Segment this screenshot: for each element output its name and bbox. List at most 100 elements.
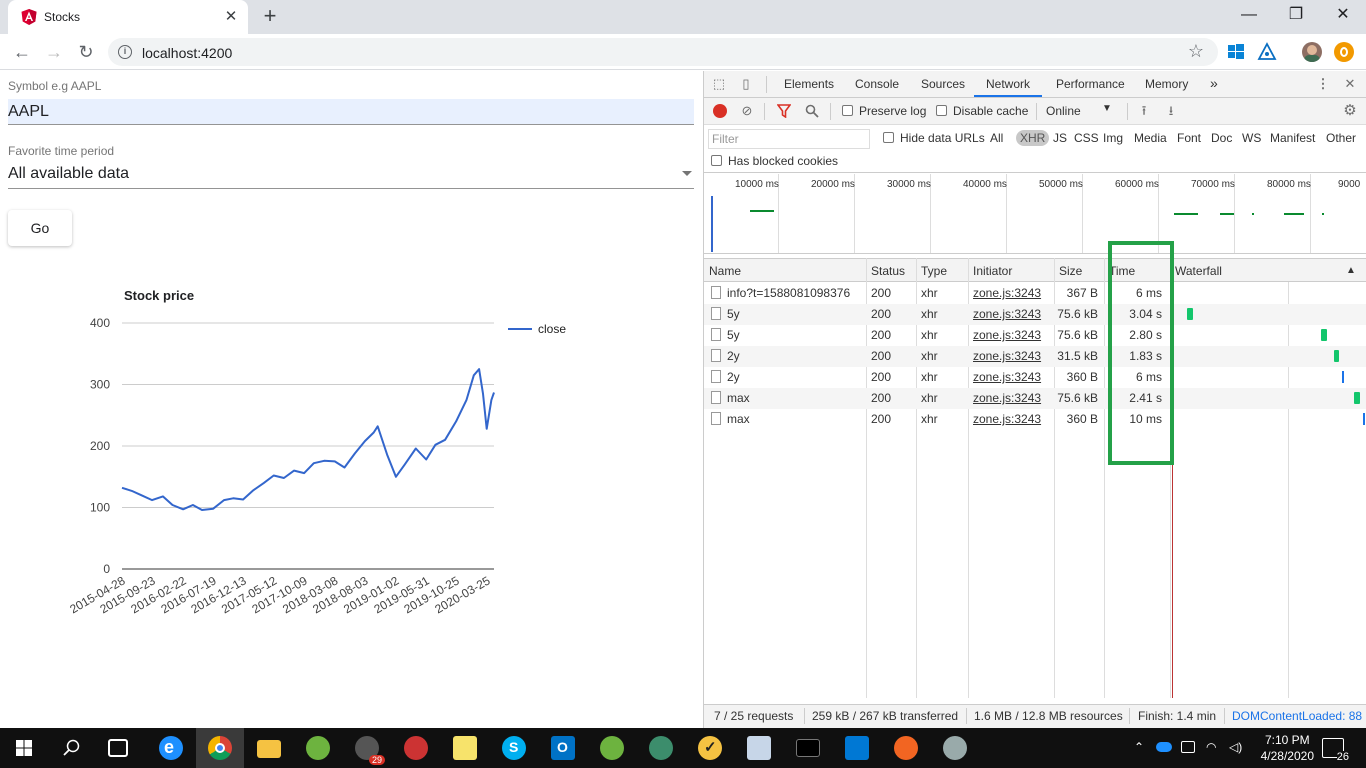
request-row[interactable]: info?t=1588081098376 200 xhr zone.js:324… [704, 283, 1366, 304]
sort-ascending-icon[interactable]: ▲ [1346, 265, 1356, 276]
type-js[interactable]: JS [1053, 131, 1067, 145]
wifi-icon[interactable]: ◠ [1206, 740, 1216, 754]
export-har-icon[interactable]: ⭳ [1163, 103, 1179, 119]
device-toolbar-icon[interactable]: ▯ [738, 76, 754, 92]
kebab-menu-icon[interactable]: ⋮ [1315, 76, 1331, 92]
request-row[interactable]: 5y 200 xhr zone.js:3243 75.6 kB 2.80 s [704, 325, 1366, 346]
request-initiator[interactable]: zone.js:3243 [973, 370, 1041, 384]
system-clock[interactable]: 7:10 PM 4/28/2020 [1261, 732, 1314, 764]
url-text[interactable]: localhost:4200 [142, 45, 232, 61]
request-initiator[interactable]: zone.js:3243 [973, 286, 1041, 300]
column-status[interactable]: Status [871, 264, 905, 278]
network-overview[interactable]: 10000 ms 20000 ms 30000 ms 40000 ms 5000… [704, 174, 1366, 254]
request-row[interactable]: 5y 200 xhr zone.js:3243 75.6 kB 3.04 s [704, 304, 1366, 325]
bookmark-star-icon[interactable]: ☆ [1188, 41, 1204, 62]
request-row[interactable]: 2y 200 xhr zone.js:3243 31.5 kB 1.83 s [704, 346, 1366, 367]
paint-app-icon[interactable] [404, 736, 428, 760]
symbol-input[interactable] [8, 99, 694, 125]
request-initiator[interactable]: zone.js:3243 [973, 391, 1041, 405]
hide-data-urls-checkbox[interactable]: Hide data URLs [883, 131, 985, 145]
battery-icon[interactable] [1181, 741, 1195, 753]
azure-extension-icon[interactable] [1257, 42, 1277, 62]
checkbox[interactable] [936, 105, 947, 116]
filter-input[interactable]: Filter [708, 129, 870, 149]
paint-palette-icon[interactable] [943, 736, 967, 760]
tray-expand-icon[interactable]: ⌃ [1134, 740, 1144, 754]
filter-icon[interactable] [777, 104, 791, 118]
column-waterfall[interactable]: Waterfall [1175, 264, 1222, 278]
slack-icon[interactable]: 29 [355, 736, 385, 765]
vscode-icon[interactable] [845, 736, 869, 760]
tab-performance[interactable]: Performance [1056, 77, 1125, 91]
checkbox[interactable] [883, 132, 894, 143]
search-icon[interactable] [805, 104, 819, 118]
type-media[interactable]: Media [1134, 131, 1167, 145]
request-row[interactable]: 2y 200 xhr zone.js:3243 360 B 6 ms [704, 367, 1366, 388]
back-icon[interactable]: ← [10, 40, 34, 64]
column-name[interactable]: Name [709, 264, 741, 278]
chrome-icon[interactable] [208, 736, 232, 760]
tab-elements[interactable]: Elements [784, 77, 834, 91]
checkbox[interactable] [711, 155, 722, 166]
request-initiator[interactable]: zone.js:3243 [973, 307, 1041, 321]
globe-app-icon[interactable] [649, 736, 673, 760]
tab-network[interactable]: Network [974, 77, 1043, 97]
request-initiator[interactable]: zone.js:3243 [973, 328, 1041, 342]
clear-icon[interactable]: ⊘ [739, 103, 755, 119]
onedrive-icon[interactable] [1156, 742, 1172, 752]
task-view-icon[interactable] [108, 739, 128, 757]
spring-tool-icon[interactable] [600, 736, 624, 760]
sticky-notes-icon[interactable] [453, 736, 477, 760]
type-css[interactable]: CSS [1074, 131, 1099, 145]
internet-explorer-icon[interactable]: e [159, 736, 183, 760]
request-initiator[interactable]: zone.js:3243 [973, 412, 1041, 426]
request-initiator[interactable]: zone.js:3243 [973, 349, 1041, 363]
outlook-icon[interactable]: O [551, 736, 575, 760]
checkbox[interactable] [842, 105, 853, 116]
skype-icon[interactable]: S [502, 736, 526, 760]
tab-sources[interactable]: Sources [921, 77, 965, 91]
reload-icon[interactable]: ↻ [74, 40, 98, 64]
tasks-app-icon[interactable]: ✓ [698, 736, 722, 760]
go-button[interactable]: Go [8, 210, 72, 246]
preserve-log-checkbox[interactable]: Preserve log [842, 104, 926, 118]
forward-icon[interactable]: → [42, 40, 66, 64]
request-row[interactable]: max 200 xhr zone.js:3243 75.6 kB 2.41 s [704, 388, 1366, 409]
throttle-select[interactable]: Online [1046, 104, 1081, 118]
update-icon[interactable] [1334, 42, 1354, 62]
close-devtools-icon[interactable]: ✕ [1342, 76, 1358, 92]
address-bar[interactable]: i localhost:4200 ☆ [108, 38, 1218, 66]
type-img[interactable]: Img [1103, 131, 1123, 145]
request-row[interactable]: max 200 xhr zone.js:3243 360 B 10 ms [704, 409, 1366, 430]
type-all[interactable]: All [990, 131, 1003, 145]
restore-icon[interactable]: ❐ [1273, 4, 1319, 28]
tab-memory[interactable]: Memory [1145, 77, 1188, 91]
type-font[interactable]: Font [1177, 131, 1201, 145]
minimize-icon[interactable]: — [1226, 4, 1272, 28]
record-icon[interactable] [713, 104, 727, 118]
volume-icon[interactable]: ◁) [1229, 740, 1242, 754]
close-tab-icon[interactable]: ✕ [222, 8, 240, 26]
action-center-icon[interactable]: 26 [1322, 738, 1349, 763]
new-tab-icon[interactable]: + [258, 5, 282, 29]
file-explorer-icon[interactable] [257, 740, 281, 758]
type-ws[interactable]: WS [1242, 131, 1261, 145]
info-icon[interactable]: i [118, 45, 132, 59]
remote-desktop-icon[interactable] [747, 736, 771, 760]
disable-cache-checkbox[interactable]: Disable cache [936, 104, 1028, 118]
inspect-element-icon[interactable]: ⬚ [711, 76, 727, 92]
postman-icon[interactable] [894, 736, 918, 760]
type-xhr[interactable]: XHR [1016, 130, 1050, 146]
profile-avatar[interactable] [1302, 42, 1322, 62]
more-tabs-icon[interactable]: » [1210, 75, 1218, 91]
windows-extension-icon[interactable] [1226, 42, 1246, 62]
tab-console[interactable]: Console [855, 77, 899, 91]
period-select[interactable]: All available data [8, 161, 694, 189]
type-manifest[interactable]: Manifest [1270, 131, 1315, 145]
terminal-icon[interactable] [796, 739, 820, 757]
search-icon[interactable] [63, 739, 81, 757]
windows-start-icon[interactable] [16, 740, 32, 756]
import-har-icon[interactable]: ⭱ [1136, 103, 1152, 119]
column-initiator[interactable]: Initiator [973, 264, 1012, 278]
settings-gear-icon[interactable]: ⚙ [1342, 103, 1358, 119]
